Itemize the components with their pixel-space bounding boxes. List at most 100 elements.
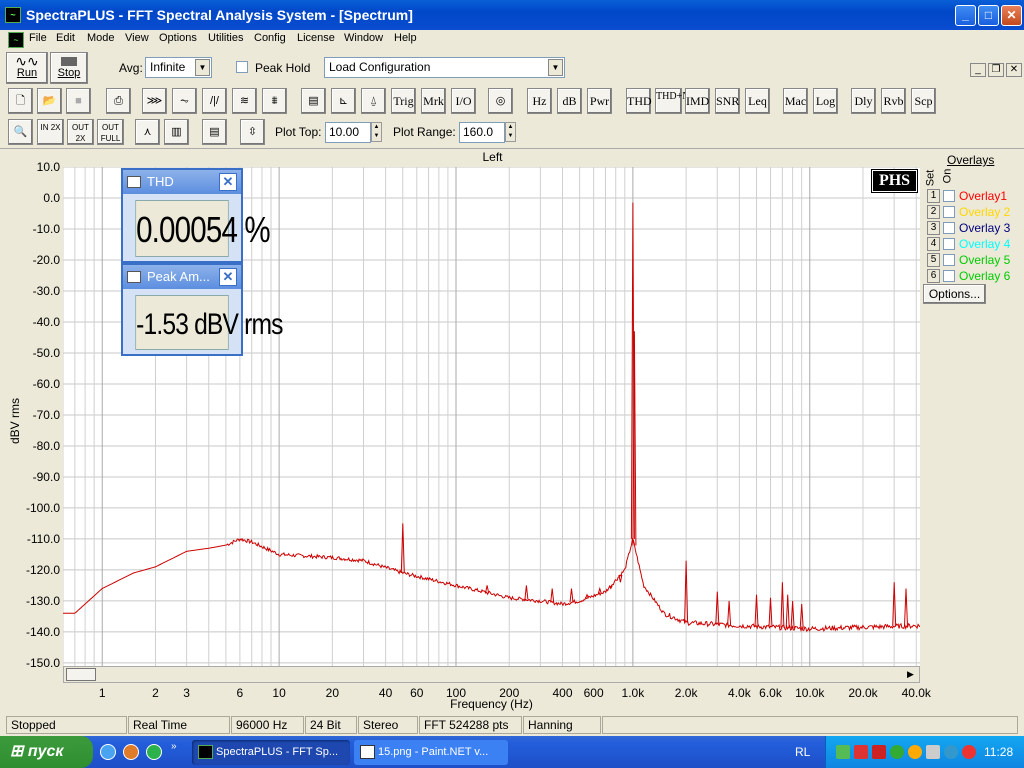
task-spectraplus[interactable]: SpectraPLUS - FFT Sp... bbox=[192, 740, 350, 765]
thdn-button[interactable]: THD+N bbox=[655, 88, 689, 114]
task-paintnet[interactable]: 15.png - Paint.NET v... bbox=[354, 740, 508, 765]
chevron-down-icon[interactable]: ▼ bbox=[548, 59, 563, 76]
thd-button[interactable]: THD bbox=[626, 88, 652, 114]
quicklaunch-more-icon[interactable]: » bbox=[171, 741, 177, 752]
imd-button[interactable]: IMD bbox=[685, 88, 710, 114]
close-icon[interactable]: ✕ bbox=[219, 268, 237, 286]
zoom-in-button[interactable]: IN 2X bbox=[37, 119, 64, 145]
mrk-button[interactable]: Mrk bbox=[421, 88, 446, 114]
run-button[interactable]: ∿∿ Run bbox=[6, 52, 48, 84]
scp-button[interactable]: Scp bbox=[911, 88, 936, 114]
filter-button[interactable]: ⋙ bbox=[142, 88, 167, 114]
dly-button[interactable]: Dly bbox=[851, 88, 876, 114]
save-button[interactable]: ■ bbox=[66, 88, 91, 114]
menu-mode[interactable]: Mode bbox=[87, 32, 115, 44]
zoom-out-button[interactable]: OUT 2X bbox=[67, 119, 94, 145]
maximize-button[interactable]: □ bbox=[978, 5, 999, 26]
io-button[interactable]: I/O bbox=[451, 88, 476, 114]
overlay-set-button[interactable]: 6 bbox=[927, 269, 940, 283]
tray-alert-icon[interactable] bbox=[962, 745, 976, 759]
peak-meter-titlebar[interactable]: ~ Peak Am... ✕ bbox=[123, 265, 241, 289]
overlay-on-checkbox[interactable] bbox=[943, 238, 955, 250]
tray-network-icon[interactable] bbox=[872, 745, 886, 759]
peak-button[interactable]: ⋏ bbox=[135, 119, 160, 145]
overlay-on-checkbox[interactable] bbox=[943, 254, 955, 266]
plot-top-spinner[interactable]: ▲ ▼ bbox=[371, 122, 382, 142]
tray-status-icon[interactable] bbox=[890, 745, 904, 759]
overlay-set-button[interactable]: 1 bbox=[927, 189, 940, 203]
mdi-minimize-button[interactable]: _ bbox=[970, 63, 986, 77]
zoom-full-button[interactable]: OUT FULL bbox=[97, 119, 124, 145]
plot-top-input[interactable]: 10.00 bbox=[325, 122, 371, 143]
open-button[interactable]: 📂 bbox=[37, 88, 62, 114]
tray-antivirus-icon[interactable] bbox=[854, 745, 868, 759]
menu-file[interactable]: File bbox=[29, 32, 47, 44]
overlay-options-button[interactable]: Options... bbox=[923, 284, 986, 304]
spectrogram-button[interactable]: ≋ bbox=[232, 88, 257, 114]
browser-icon[interactable] bbox=[123, 744, 139, 760]
overlay-on-checkbox[interactable] bbox=[943, 190, 955, 202]
menu-config[interactable]: Config bbox=[254, 32, 286, 44]
thd-meter-titlebar[interactable]: ~ THD ✕ bbox=[123, 170, 241, 194]
stop-button[interactable]: Stop bbox=[50, 52, 88, 84]
menu-license[interactable]: License bbox=[297, 32, 335, 44]
overlay-on-checkbox[interactable] bbox=[943, 270, 955, 282]
list-button[interactable]: ▤ bbox=[202, 119, 227, 145]
tray-messenger-icon[interactable] bbox=[908, 745, 922, 759]
peak-amplitude-meter[interactable]: ~ Peak Am... ✕ -1.53 dBV rms bbox=[121, 263, 283, 356]
hz-button[interactable]: Hz bbox=[527, 88, 552, 114]
ramp-button[interactable]: /|/ bbox=[202, 88, 227, 114]
horizontal-scrollbar[interactable]: ▶ bbox=[63, 666, 920, 683]
thd-meter[interactable]: ~ THD ✕ 0.00054 % bbox=[121, 168, 271, 263]
scroll-right-arrow-icon[interactable]: ▶ bbox=[904, 668, 917, 681]
overlay-on-checkbox[interactable] bbox=[943, 206, 955, 218]
scale-button[interactable]: ⊾ bbox=[331, 88, 356, 114]
close-icon[interactable]: ✕ bbox=[219, 173, 237, 191]
pwr-button[interactable]: Pwr bbox=[587, 88, 612, 114]
config-select[interactable]: Load Configuration ▼ bbox=[324, 57, 565, 78]
overlay-set-button[interactable]: 4 bbox=[927, 237, 940, 251]
bar-graph-button[interactable]: ▥ bbox=[164, 119, 189, 145]
cursor-button[interactable]: ⍙ bbox=[361, 88, 386, 114]
overlay-set-button[interactable]: 2 bbox=[927, 205, 940, 219]
minimize-button[interactable]: _ bbox=[955, 5, 976, 26]
menu-utilities[interactable]: Utilities bbox=[208, 32, 243, 44]
plot-range-spinner[interactable]: ▲ ▼ bbox=[505, 122, 516, 142]
zoom-button[interactable]: 🔍 bbox=[8, 119, 33, 145]
spectrum-button[interactable]: ⏦ bbox=[172, 88, 197, 114]
overlay-set-button[interactable]: 3 bbox=[927, 221, 940, 235]
mac-button[interactable]: Mac bbox=[783, 88, 808, 114]
menu-help[interactable]: Help bbox=[394, 32, 417, 44]
ie-icon[interactable] bbox=[100, 744, 116, 760]
language-indicator[interactable]: RL bbox=[795, 745, 810, 759]
mdi-close-button[interactable]: ✕ bbox=[1006, 63, 1022, 77]
signal-gen-button[interactable]: ◎ bbox=[488, 88, 513, 114]
overlay-set-button[interactable]: 5 bbox=[927, 253, 940, 267]
doc-icon[interactable]: ~ bbox=[8, 32, 24, 48]
menu-edit[interactable]: Edit bbox=[56, 32, 75, 44]
db-button[interactable]: dB bbox=[557, 88, 582, 114]
print-button[interactable]: ⎙ bbox=[106, 88, 131, 114]
shield-icon[interactable] bbox=[146, 744, 162, 760]
avg-select[interactable]: Infinite ▼ bbox=[145, 57, 212, 78]
menu-options[interactable]: Options bbox=[159, 32, 197, 44]
snr-button[interactable]: SNR bbox=[715, 88, 740, 114]
plot-range-input[interactable]: 160.0 bbox=[459, 122, 505, 143]
chevron-down-icon[interactable]: ▼ bbox=[195, 59, 210, 76]
3d-surface-button[interactable]: ⩩ bbox=[262, 88, 287, 114]
new-button[interactable]: 🗋 bbox=[8, 88, 33, 114]
data-window-button[interactable]: ▤ bbox=[301, 88, 326, 114]
vertical-cursor-button[interactable]: ⇳ bbox=[240, 119, 265, 145]
leq-button[interactable]: Leq bbox=[745, 88, 770, 114]
start-button[interactable]: ⊞ пуск bbox=[0, 736, 93, 768]
menu-view[interactable]: View bbox=[125, 32, 149, 44]
log-button[interactable]: Log bbox=[813, 88, 838, 114]
volume-icon[interactable] bbox=[926, 745, 940, 759]
rvb-button[interactable]: Rvb bbox=[881, 88, 906, 114]
mdi-restore-button[interactable]: ❐ bbox=[988, 63, 1004, 77]
tray-update-icon[interactable] bbox=[944, 745, 958, 759]
trig-button[interactable]: Trig bbox=[391, 88, 416, 114]
close-button[interactable]: ✕ bbox=[1001, 5, 1022, 26]
tray-app-icon[interactable] bbox=[836, 745, 850, 759]
overlay-on-checkbox[interactable] bbox=[943, 222, 955, 234]
